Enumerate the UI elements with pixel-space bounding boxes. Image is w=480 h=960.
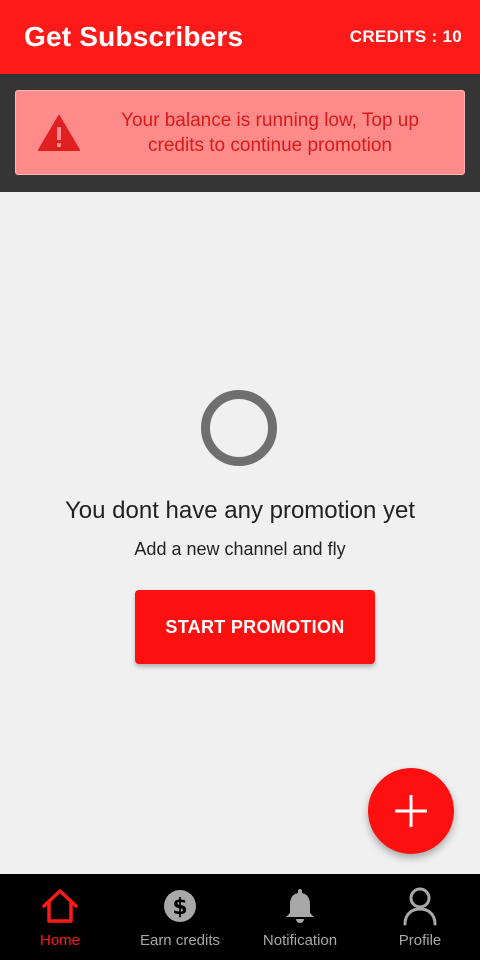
empty-state-title: You dont have any promotion yet xyxy=(64,497,416,524)
loading-ring-icon xyxy=(201,390,277,466)
banner-container: Your balance is running low, Top up cred… xyxy=(0,74,480,192)
credits-counter[interactable]: CREDITS : 10 xyxy=(350,27,462,47)
person-icon xyxy=(400,886,440,926)
bell-icon xyxy=(280,886,320,926)
nav-label-profile: Profile xyxy=(398,932,442,949)
empty-state-subtitle: Add a new channel and fly xyxy=(134,539,346,559)
warning-icon xyxy=(38,114,80,151)
nav-item-notification[interactable]: Notification xyxy=(240,874,360,960)
app-title: Get Subscribers xyxy=(24,21,244,52)
nav-item-home[interactable]: Home xyxy=(0,874,120,960)
nav-label-home: Home xyxy=(39,932,80,949)
app-bar: Get Subscribers CREDITS : 10 xyxy=(0,0,480,74)
start-promotion-button[interactable]: START PROMOTION xyxy=(135,590,375,664)
low-balance-banner[interactable]: Your balance is running low, Top up cred… xyxy=(15,90,465,175)
add-channel-fab[interactable] xyxy=(368,768,454,854)
svg-text:$: $ xyxy=(172,895,187,920)
bottom-navigation: Home $ Earn credits Notification Profile xyxy=(0,874,480,960)
nav-label-earn-credits: Earn credits xyxy=(139,932,221,949)
home-icon xyxy=(40,886,80,926)
nav-item-earn-credits[interactable]: $ Earn credits xyxy=(120,874,240,960)
banner-message: Your balance is running low, Top up cred… xyxy=(121,109,419,156)
dollar-icon: $ xyxy=(160,886,200,926)
plus-icon xyxy=(395,795,427,827)
nav-label-notification: Notification xyxy=(262,932,338,949)
nav-item-profile[interactable]: Profile xyxy=(360,874,480,960)
